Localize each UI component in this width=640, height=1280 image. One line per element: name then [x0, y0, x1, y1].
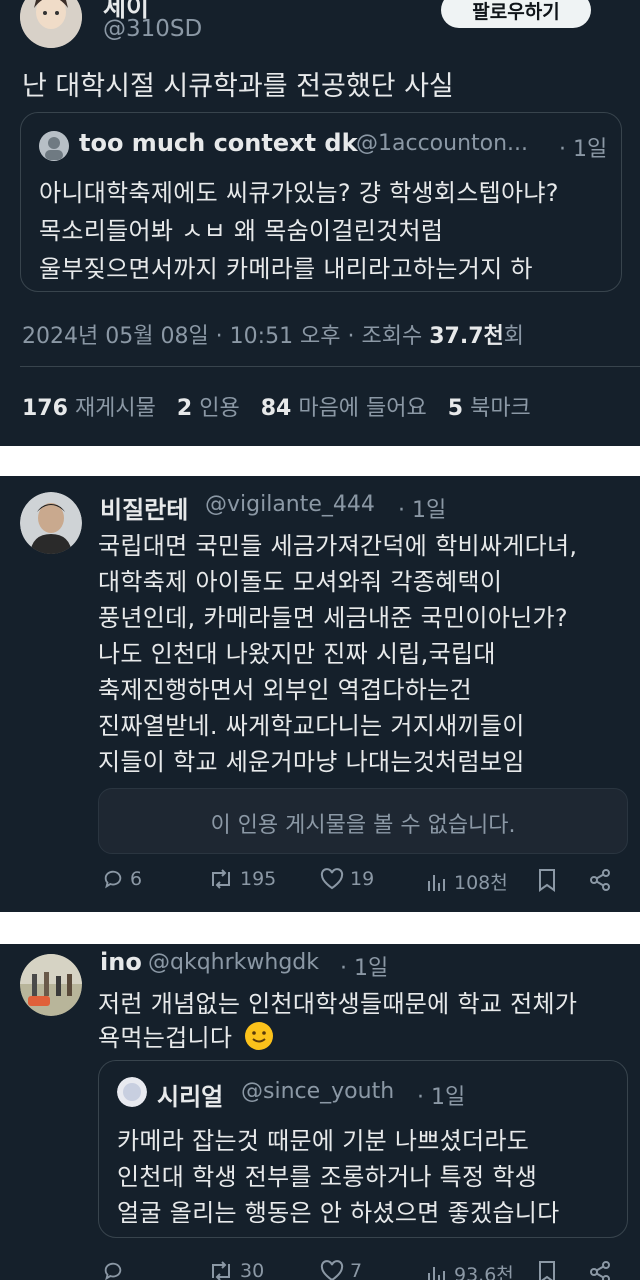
reply-icon	[104, 870, 122, 889]
tweet-date: 2024년 05월 08일 · 10:51 오후 · 조회수	[22, 324, 430, 349]
stat-count: 2	[176, 396, 193, 421]
share-button[interactable]	[588, 868, 612, 892]
views-button[interactable]: 108천	[426, 868, 508, 895]
repost-count: 30	[240, 1260, 265, 1280]
reply-button[interactable]	[102, 1260, 124, 1280]
tweet-line: 진짜열받네. 싸게학교다니는 거지새끼들이	[98, 712, 525, 740]
stat-label: 인용	[199, 396, 240, 421]
avatar[interactable]	[20, 0, 82, 48]
author-handle[interactable]: @310SD	[103, 16, 202, 42]
stats-row: 176 재게시물 2 인용 84 마음에 들어요 5 북마크	[22, 390, 531, 422]
reply-count: 6	[130, 868, 143, 890]
quote-line: 카메라 잡는것 때문에 기분 나쁘셨더라도	[117, 1127, 530, 1155]
quote-author-handle: @since_youth	[241, 1079, 395, 1104]
repost-button[interactable]: 195	[208, 868, 276, 890]
author-handle[interactable]: @vigilante_444	[205, 492, 375, 517]
views-icon	[428, 874, 445, 891]
quoted-tweet[interactable]: 시리얼 @since_youth · 1일 카메라 잡는것 때문에 기분 나쁘셨…	[98, 1060, 628, 1238]
quote-line: 목소리들어봐 ㅅㅂ 왜 목숨이걸린것처럼	[39, 217, 444, 245]
quote-author-handle: @1accounton...	[356, 131, 529, 156]
quote-line: 인천대 학생 전부를 조롱하거나 특정 학생	[117, 1163, 538, 1191]
divider	[20, 366, 640, 367]
tweet-line: 나도 인천대 나왔지만 진짜 시립,국립대	[98, 640, 496, 668]
view-count: 37.7천	[429, 324, 504, 349]
stat-count: 84	[260, 396, 292, 421]
author-name[interactable]: 비질란테	[100, 490, 188, 525]
stat-label: 재게시물	[74, 396, 156, 421]
tweet-line: 지들이 학교 세운거마냥 나대는것처럼보임	[98, 748, 525, 776]
heart-icon	[320, 1260, 344, 1280]
tweet-card-reply-1: 비질란테 @vigilante_444 · 1일 국립대면 국민들 세금가져간덕…	[0, 476, 640, 912]
tweet-line-text: 욕먹는겁니다	[98, 1024, 233, 1052]
reply-icon	[104, 1262, 122, 1280]
heart-icon	[320, 868, 344, 890]
repost-button[interactable]: 30	[208, 1260, 264, 1280]
tweet-card-main: 세이 @310SD 팔로우하기 난 대학시절 시큐학과를 전공했단 사실 too…	[0, 0, 640, 446]
repost-count: 195	[240, 868, 277, 890]
avatar[interactable]	[20, 492, 82, 554]
like-button[interactable]: 7	[320, 1260, 362, 1280]
quote-line: 얼굴 올리는 행동은 안 하셨으면 좋겠습니다	[117, 1199, 560, 1227]
bookmark-button[interactable]	[537, 1260, 557, 1280]
bookmark-icon	[539, 1261, 555, 1280]
views-count: 108천	[454, 872, 508, 894]
tweet-line: 풍년인데, 카메라들면 세금내준 국민이아닌가?	[98, 604, 568, 632]
quote-author-name: 시리얼	[157, 1083, 224, 1111]
reply-button[interactable]: 6	[102, 868, 142, 890]
quote-line: 아니대학축제에도 씨큐가있늠? 걍 학생회스텝아냐?	[39, 179, 559, 207]
share-icon	[590, 1261, 610, 1280]
follow-button[interactable]: 팔로우하기	[441, 0, 591, 28]
stat-reposts[interactable]: 176 재게시물	[22, 396, 156, 421]
tweet-line: 축제진행하면서 외부인 역겹다하는건	[98, 676, 472, 704]
stat-label: 북마크	[470, 396, 531, 421]
stat-count: 176	[22, 396, 68, 421]
stat-bookmarks[interactable]: 5 북마크	[448, 396, 531, 421]
like-count: 19	[350, 868, 375, 890]
bookmark-button[interactable]	[537, 868, 557, 892]
tweet-time: · 1일	[340, 956, 389, 981]
tweet-card-reply-2: ino @qkqhrkwhgdk · 1일 저런 개념없는 인천대학생들때문에 …	[0, 944, 640, 1280]
tweet-meta: 2024년 05월 08일 · 10:51 오후 · 조회수 37.7천회	[22, 318, 524, 350]
quote-time: · 1일	[417, 1085, 466, 1110]
stat-quotes[interactable]: 2 인용	[177, 396, 240, 421]
tweet-time: · 1일	[398, 498, 447, 523]
tweet-text: 난 대학시절 시큐학과를 전공했단 사실	[22, 71, 454, 102]
quote-avatar	[117, 1077, 147, 1107]
unavailable-quote-box: 이 인용 게시물을 볼 수 없습니다.	[98, 788, 628, 854]
quote-author-name: too much context dk	[79, 129, 358, 157]
repost-icon	[212, 869, 230, 889]
bookmark-icon	[539, 869, 555, 892]
repost-icon	[212, 1261, 230, 1280]
stat-likes[interactable]: 84 마음에 들어요	[261, 396, 427, 421]
tweet-line: 욕먹는겁니다	[98, 1018, 274, 1057]
view-count-suffix: 회	[503, 324, 525, 349]
unavailable-text: 이 인용 게시물을 볼 수 없습니다.	[210, 813, 516, 838]
views-count: 93.6천	[454, 1264, 514, 1280]
views-icon	[428, 1266, 445, 1280]
tweet-line: 저런 개념없는 인천대학생들때문에 학교 전체가	[98, 990, 578, 1018]
like-count: 7	[350, 1260, 363, 1280]
quote-line: 울부짖으면서까지 카메라를 내리라고하는거지 하	[39, 255, 533, 283]
stat-count: 5	[447, 396, 464, 421]
author-handle[interactable]: @qkqhrkwhgdk	[148, 950, 319, 975]
tweet-line: 대학축제 아이돌도 모셔와줘 각종혜택이	[98, 568, 503, 596]
like-button[interactable]: 19	[320, 868, 374, 890]
tweet-line: 국립대면 국민들 세금가져간덕에 학비싸게다녀,	[98, 532, 578, 560]
share-icon	[590, 869, 610, 891]
quoted-tweet[interactable]: too much context dk @1accounton... · 1일 …	[20, 112, 622, 292]
avatar[interactable]	[20, 954, 82, 1016]
views-button[interactable]: 93.6천	[426, 1260, 514, 1280]
smile-emoji-icon	[244, 1021, 274, 1057]
stat-label: 마음에 들어요	[298, 396, 427, 421]
quote-avatar	[39, 131, 69, 161]
quote-time: · 1일	[559, 137, 608, 162]
author-name[interactable]: ino	[100, 948, 142, 976]
share-button[interactable]	[588, 1260, 612, 1280]
